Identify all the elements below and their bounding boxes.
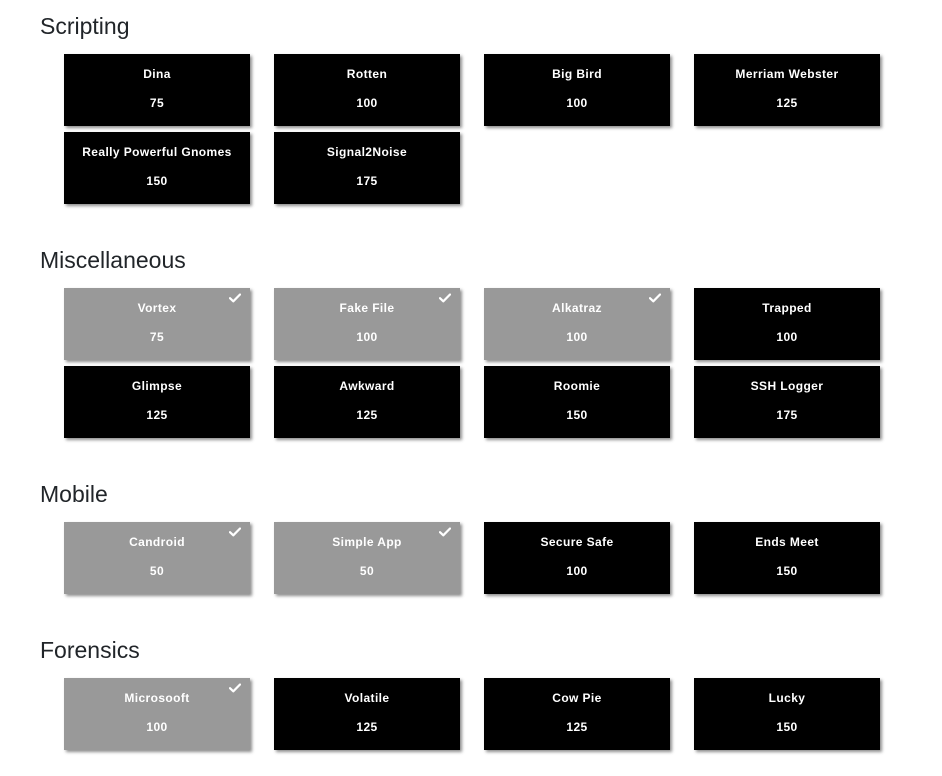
challenge-card[interactable]: Signal2Noise 175 (274, 132, 460, 204)
challenge-name: Really Powerful Gnomes (82, 145, 232, 159)
check-icon (439, 293, 451, 303)
challenge-points: 150 (146, 174, 168, 188)
check-icon (439, 527, 451, 537)
challenge-points: 100 (566, 564, 588, 578)
challenge-name: Glimpse (131, 379, 183, 393)
challenge-card[interactable]: Candroid 50 (64, 522, 250, 594)
challenge-name: Signal2Noise (326, 145, 408, 159)
challenge-card[interactable]: Glimpse 125 (64, 366, 250, 438)
challenge-card[interactable]: Big Bird 100 (484, 54, 670, 126)
challenge-points: 100 (776, 330, 798, 344)
challenge-name: Vortex (137, 301, 177, 315)
check-icon (229, 527, 241, 537)
challenge-points: 175 (776, 408, 798, 422)
challenge-points: 100 (356, 330, 378, 344)
challenge-grid: Candroid 50 Simple App 50 Secure Safe 10… (64, 522, 884, 594)
challenge-points: 100 (356, 96, 378, 110)
challenge-name: Merriam Webster (735, 67, 839, 81)
category-title: Scripting (40, 13, 130, 39)
category-title: Forensics (40, 637, 140, 663)
challenge-points: 125 (146, 408, 168, 422)
challenge-card[interactable]: Fake File 100 (274, 288, 460, 360)
category-miscellaneous: Miscellaneous Vortex 75 Fake File 100 Al… (40, 246, 920, 438)
challenge-points: 125 (356, 720, 378, 734)
challenge-grid: Vortex 75 Fake File 100 Alkatraz 100 Tra… (64, 288, 884, 438)
challenge-name: Awkward (339, 379, 395, 393)
category-forensics: Forensics Microsooft 100 Volatile 125 Co… (40, 636, 920, 750)
challenge-name: Fake File (339, 301, 395, 315)
challenge-name: Lucky (768, 691, 806, 705)
challenge-card[interactable]: Microsooft 100 (64, 678, 250, 750)
challenge-card[interactable]: Ends Meet 150 (694, 522, 880, 594)
challenge-points: 125 (566, 720, 588, 734)
challenge-card[interactable]: Secure Safe 100 (484, 522, 670, 594)
challenge-points: 175 (356, 174, 378, 188)
challenge-card[interactable]: Merriam Webster 125 (694, 54, 880, 126)
challenge-card[interactable]: Vortex 75 (64, 288, 250, 360)
challenge-card[interactable]: Really Powerful Gnomes 150 (64, 132, 250, 204)
challenge-name: Ends Meet (755, 535, 819, 549)
challenge-points: 100 (566, 330, 588, 344)
challenge-name: Candroid (129, 535, 185, 549)
challenge-name: Cow Pie (552, 691, 602, 705)
challenge-points: 150 (566, 408, 588, 422)
challenge-points: 100 (146, 720, 168, 734)
challenge-points: 150 (776, 720, 798, 734)
challenge-card[interactable]: SSH Logger 175 (694, 366, 880, 438)
category-mobile: Mobile Candroid 50 Simple App 50 Secure … (40, 480, 920, 594)
challenge-points: 150 (776, 564, 798, 578)
challenge-card[interactable]: Lucky 150 (694, 678, 880, 750)
challenge-points: 50 (149, 564, 165, 578)
challenge-card[interactable]: Cow Pie 125 (484, 678, 670, 750)
category-title: Mobile (40, 481, 108, 507)
challenge-card[interactable]: Rotten 100 (274, 54, 460, 126)
challenge-grid: Microsooft 100 Volatile 125 Cow Pie 125 … (64, 678, 884, 750)
challenge-name: Secure Safe (540, 535, 614, 549)
challenge-points: 100 (566, 96, 588, 110)
challenge-card[interactable]: Roomie 150 (484, 366, 670, 438)
challenge-name: Rotten (346, 67, 388, 81)
challenge-points: 50 (359, 564, 375, 578)
challenge-name: SSH Logger (750, 379, 824, 393)
challenge-name: Microsooft (124, 691, 190, 705)
challenge-points: 125 (356, 408, 378, 422)
challenge-card[interactable]: Alkatraz 100 (484, 288, 670, 360)
challenge-name: Big Bird (552, 67, 602, 81)
challenge-card[interactable]: Trapped 100 (694, 288, 880, 360)
challenge-points: 75 (149, 96, 165, 110)
challenge-name: Alkatraz (552, 301, 602, 315)
challenge-points: 125 (776, 96, 798, 110)
category-title: Miscellaneous (40, 247, 186, 273)
challenge-name: Volatile (344, 691, 390, 705)
check-icon (229, 293, 241, 303)
challenge-card[interactable]: Volatile 125 (274, 678, 460, 750)
challenge-name: Trapped (762, 301, 812, 315)
check-icon (229, 683, 241, 693)
category-scripting: Scripting Dina 75 Rotten 100 Big Bird 10… (40, 12, 920, 204)
challenge-name: Simple App (332, 535, 402, 549)
challenge-name: Roomie (553, 379, 601, 393)
check-icon (649, 293, 661, 303)
challenge-card[interactable]: Dina 75 (64, 54, 250, 126)
challenge-grid: Dina 75 Rotten 100 Big Bird 100 Merriam … (64, 54, 884, 204)
challenge-name: Dina (143, 67, 171, 81)
challenge-points: 75 (149, 330, 165, 344)
challenge-card[interactable]: Simple App 50 (274, 522, 460, 594)
challenge-card[interactable]: Awkward 125 (274, 366, 460, 438)
